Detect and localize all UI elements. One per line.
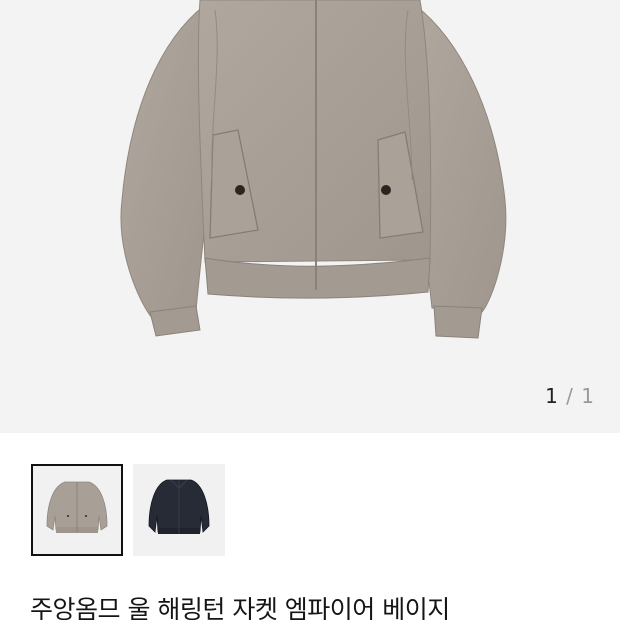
beige-jacket-thumbnail-image: [46, 481, 108, 533]
thumbnail-navy-jacket[interactable]: [133, 464, 225, 556]
pager-total: 1: [581, 384, 595, 408]
jacket-main-image: [120, 0, 507, 339]
product-title: 주앙옴므 울 해링턴 자켓 엠파이어 베이지: [30, 595, 450, 620]
thumbnail-beige-jacket[interactable]: [31, 464, 123, 556]
product-image-gallery[interactable]: 1 / 1: [0, 0, 620, 433]
navy-jacket-thumbnail-image: [148, 479, 210, 534]
pager-current: 1: [545, 384, 559, 408]
thumbnail-strip: [31, 464, 225, 556]
pager-separator: /: [566, 384, 574, 408]
gallery-pager: 1 / 1: [545, 384, 595, 408]
